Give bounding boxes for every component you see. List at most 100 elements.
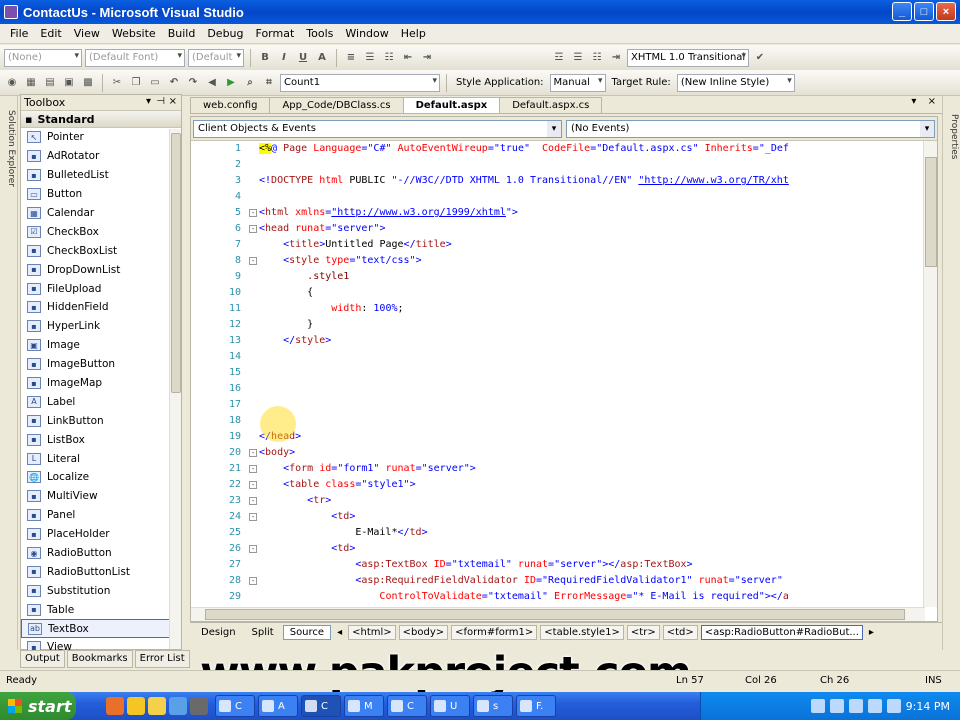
close-document-icon[interactable]: × [928,96,936,107]
menu-debug[interactable]: Debug [201,27,249,40]
toolbox-item-radiobuttonlist[interactable]: ▪ RadioButtonList [21,562,181,581]
taskbar-button[interactable]: s [473,695,513,717]
code-line[interactable]: 19 </head> [191,429,931,445]
code-line[interactable]: 11 width: 100%; [191,301,931,317]
indent-code-icon[interactable]: ⇥ [608,50,624,66]
code-line[interactable]: 8- <style type="text/css"> [191,253,931,269]
split-view-button[interactable]: Split [245,625,281,640]
menu-help[interactable]: Help [395,27,432,40]
fold-toggle-icon[interactable]: - [249,497,257,505]
close-icon[interactable]: × [169,96,177,107]
format-icon[interactable]: ☲ [551,50,567,66]
editor-horizontal-scrollbar[interactable] [191,607,925,621]
output-tab[interactable]: Output [20,650,65,668]
fold-toggle-icon[interactable]: - [249,209,257,217]
code-line[interactable]: 6- <head runat="server"> [191,221,931,237]
code-line[interactable]: 26- <td> [191,541,931,557]
code-line[interactable]: 9 .style1 [191,269,931,285]
code-line[interactable]: 27 <asp:TextBox ID="txtemail" runat="ser… [191,557,931,573]
toolbox-item-checkbox[interactable]: ☑ CheckBox [21,222,181,241]
media-player-icon[interactable] [190,697,208,715]
toolbox-item-hiddenfield[interactable]: ▪ HiddenField [21,298,181,317]
breadcrumb-tag[interactable]: <body> [398,625,449,640]
breadcrumb-tag[interactable]: <html> [348,625,396,640]
fold-toggle-icon[interactable]: - [249,481,257,489]
right-arrow-icon[interactable]: ▸ [869,627,874,638]
save-all-icon[interactable]: ▩ [80,75,96,91]
cut-icon[interactable]: ✂ [109,75,125,91]
client-objects-combo[interactable]: Client Objects & Events ▾ [193,119,562,138]
toolbox-item-panel[interactable]: ▪ Panel [21,506,181,525]
code-line[interactable]: 10 { [191,285,931,301]
code-line[interactable]: 5- <html xmlns="http://www.w3.org/1999/xh… [191,205,931,221]
code-line[interactable]: 14 [191,349,931,365]
toolbox-item-image[interactable]: ▣ Image [21,336,181,355]
folder-icon[interactable] [127,697,145,715]
toolbox-item-textbox[interactable]: ab TextBox [21,619,181,639]
italic-button[interactable]: I [276,50,292,66]
find-icon[interactable]: ⌕ [242,75,258,91]
code-line[interactable]: 18 [191,413,931,429]
menu-tools[interactable]: Tools [300,27,339,40]
toolbox-item-localize[interactable]: 🌐 Localize [21,468,181,487]
messenger-icon[interactable] [148,697,166,715]
code-line[interactable]: 29 ControlToValidate="txtemail" ErrorMes… [191,589,931,605]
find-combo[interactable]: Count1 [280,73,440,92]
find-in-files-icon[interactable]: ⌗ [261,75,277,91]
fold-toggle-icon[interactable]: - [249,225,257,233]
toolbox-item-hyperlink[interactable]: ▪ HyperLink [21,317,181,336]
bookmarks-tab[interactable]: Bookmarks [66,650,133,668]
copy-icon[interactable]: ❐ [128,75,144,91]
toolbox-item-button[interactable]: ▭ Button [21,185,181,204]
breadcrumb-tag[interactable]: <td> [662,625,698,640]
editor-vertical-scrollbar[interactable] [923,141,937,607]
scroll-thumb[interactable] [171,133,181,393]
fold-toggle-icon[interactable]: - [249,449,257,457]
tab-default-aspx-cs[interactable]: Default.aspx.cs [499,97,603,113]
close-button[interactable]: × [936,2,956,21]
internet-explorer-icon[interactable] [169,697,187,715]
code-line[interactable]: 7 <title>Untitled Page</title> [191,237,931,253]
menu-view[interactable]: View [68,27,106,40]
toolbox-item-placeholder[interactable]: ▪ PlaceHolder [21,525,181,544]
toolbox-item-listbox[interactable]: ▪ ListBox [21,430,181,449]
code-line[interactable]: 25 E-Mail*</td> [191,525,931,541]
breadcrumb-tag[interactable]: <table.style1> [540,625,624,640]
fold-toggle-icon[interactable]: - [249,465,257,473]
menu-website[interactable]: Website [106,27,162,40]
save-icon[interactable]: ▣ [61,75,77,91]
fold-toggle-icon[interactable]: - [249,257,257,265]
code-line[interactable]: 23- <tr> [191,493,931,509]
error-list-tab[interactable]: Error List [134,650,190,668]
style-application-combo[interactable]: Manual [549,73,606,92]
menu-file[interactable]: File [4,27,34,40]
menu-format[interactable]: Format [250,27,301,40]
taskbar-button[interactable]: C [387,695,427,717]
doctype-combo[interactable]: XHTML 1.0 Transitional ( [627,48,749,67]
code-line[interactable]: 12 } [191,317,931,333]
code-line[interactable]: 24- <td> [191,509,931,525]
breadcrumb-tag[interactable]: <form#form1> [451,625,538,640]
code-line[interactable]: 1 <%@ Page Language="C#" AutoEventWireup=… [191,141,931,157]
volume-icon[interactable] [829,699,844,713]
numbered-list-icon[interactable]: ☰ [362,50,378,66]
code-line[interactable]: 16 [191,381,931,397]
security-icon[interactable] [848,699,863,713]
network-icon[interactable] [810,699,825,713]
taskbar-button[interactable]: C [301,695,341,717]
validate-icon[interactable]: ✔ [752,50,768,66]
undo-icon[interactable]: ↶ [166,75,182,91]
code-line[interactable]: 2 [191,157,931,173]
toolbox-item-label[interactable]: A Label [21,392,181,411]
code-line[interactable]: 20- <body> [191,445,931,461]
toolbox-scrollbar[interactable] [169,129,181,649]
left-arrow-icon[interactable]: ◂ [337,627,342,638]
target-rule-combo[interactable]: (New Inline Style) [676,73,795,92]
new-project-icon[interactable]: ◉ [4,75,20,91]
code-line[interactable]: 15 [191,365,931,381]
toolbox-item-checkboxlist[interactable]: ▪ CheckBoxList [21,241,181,260]
source-view-button[interactable]: Source [282,625,332,640]
outdent-icon[interactable]: ⇤ [400,50,416,66]
toolbox-item-imagemap[interactable]: ▪ ImageMap [21,374,181,393]
font-size-combo[interactable]: (Default [188,48,244,67]
